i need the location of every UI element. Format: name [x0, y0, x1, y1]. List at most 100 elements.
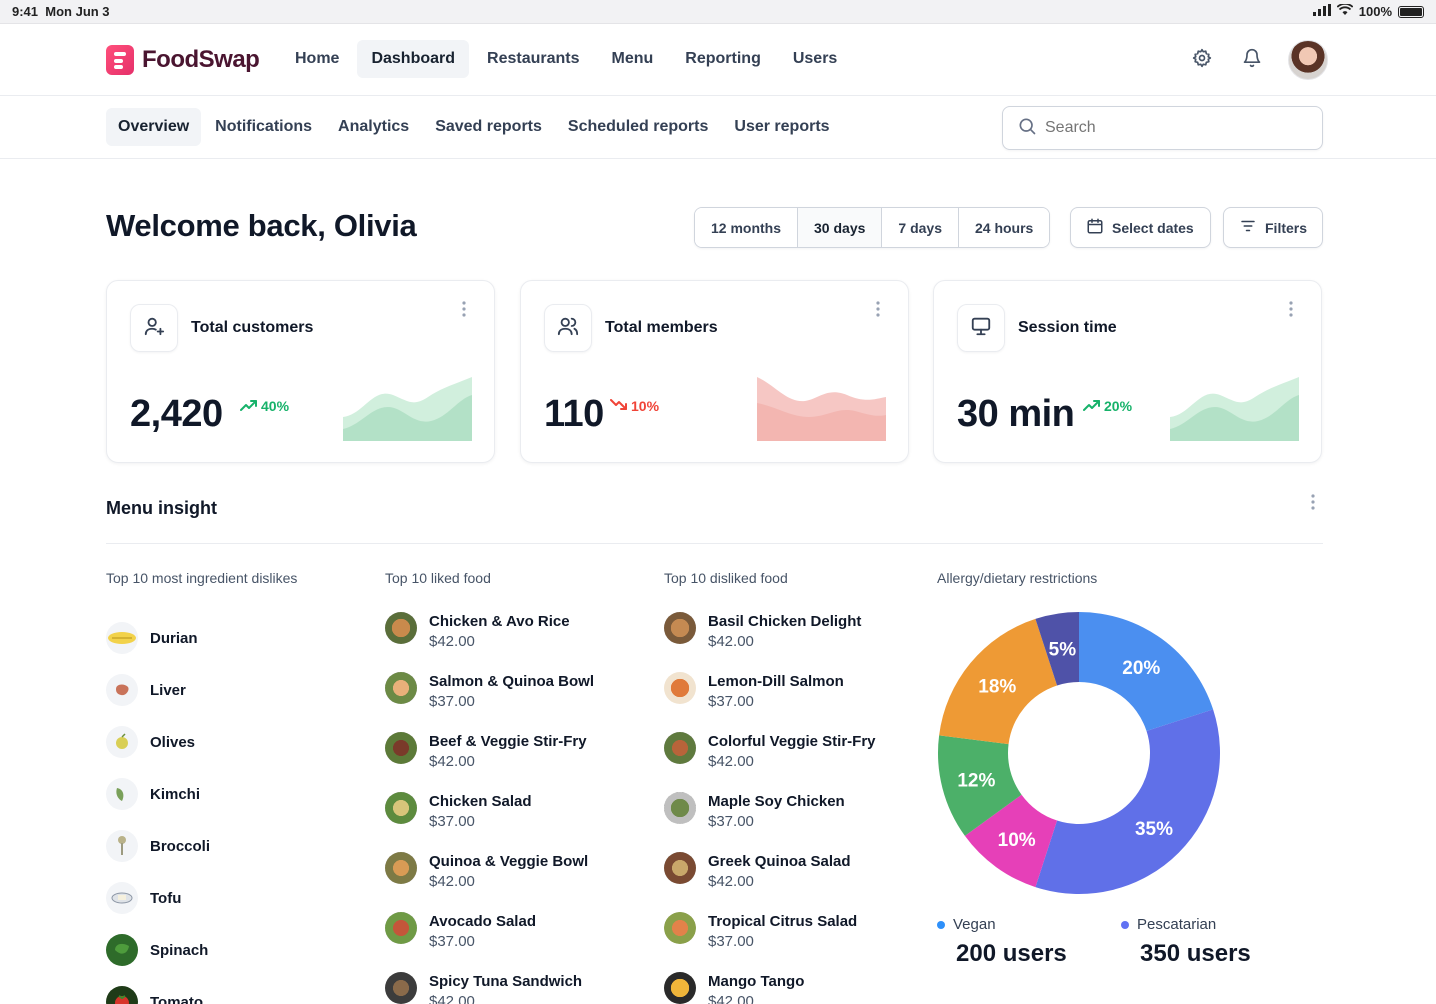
food-info: Salmon & Quinoa Bowl $37.00 [429, 668, 594, 712]
food-image [385, 912, 417, 944]
tab-overview[interactable]: Overview [106, 108, 202, 146]
list-item[interactable]: Tofu [106, 872, 210, 924]
nav-users[interactable]: Users [779, 40, 851, 78]
list-item[interactable]: Tomato [106, 976, 210, 1004]
list-item[interactable]: Salmon & Quinoa Bowl $37.00 [385, 668, 594, 728]
list-item[interactable]: Broccoli [106, 820, 210, 872]
list-item[interactable]: Colorful Veggie Stir-Fry $42.00 [664, 728, 876, 788]
range-7-days[interactable]: 7 days [882, 208, 959, 247]
filters-button[interactable]: Filters [1223, 207, 1323, 248]
card-more-button[interactable] [1281, 301, 1301, 321]
section-divider [106, 543, 1323, 544]
list-item[interactable]: Liver [106, 664, 210, 716]
list-item[interactable]: Chicken & Avo Rice $42.00 [385, 608, 594, 668]
allergy-header: Allergy/dietary restrictions [937, 570, 1098, 586]
list-item[interactable]: Olives [106, 716, 210, 768]
food-info: Quinoa & Veggie Bowl $42.00 [429, 848, 588, 892]
list-item[interactable]: Mango Tango $42.00 [664, 968, 876, 1004]
select-dates-button[interactable]: Select dates [1070, 207, 1211, 248]
top-navigation: FoodSwap Home Dashboard Restaurants Menu… [0, 24, 1436, 96]
list-item[interactable]: Kimchi [106, 768, 210, 820]
list-item[interactable]: Basil Chicken Delight $42.00 [664, 608, 876, 668]
list-item[interactable]: Spinach [106, 924, 210, 976]
ingredient-name: Tomato [150, 993, 204, 1004]
range-12-months[interactable]: 12 months [695, 208, 799, 247]
food-price: $42.00 [708, 633, 754, 650]
disliked-food-header: Top 10 disliked food [664, 570, 788, 586]
notifications-button[interactable] [1238, 46, 1266, 74]
tab-user-reports[interactable]: User reports [722, 108, 841, 146]
food-info: Colorful Veggie Stir-Fry $42.00 [708, 728, 876, 772]
ingredient-name: Broccoli [150, 837, 211, 855]
list-item[interactable]: Quinoa & Veggie Bowl $42.00 [385, 848, 594, 908]
food-image [664, 972, 696, 1004]
food-info: Chicken & Avo Rice $42.00 [429, 608, 570, 652]
food-info: Chicken Salad $37.00 [429, 788, 532, 832]
list-item[interactable]: Lemon-Dill Salmon $37.00 [664, 668, 876, 728]
list-item[interactable]: Chicken Salad $37.00 [385, 788, 594, 848]
card-value: 110 [544, 393, 604, 435]
legend-value: 200 users [956, 940, 1067, 967]
card-more-button[interactable] [868, 301, 888, 321]
list-item[interactable]: Beef & Veggie Stir-Fry $42.00 [385, 728, 594, 788]
status-time: 9:41 [12, 4, 39, 19]
card-title: Total members [605, 319, 718, 336]
sub-nav-links: Overview Notifications Analytics Saved r… [106, 108, 842, 146]
range-30-days[interactable]: 30 days [798, 208, 883, 247]
tab-scheduled-reports[interactable]: Scheduled reports [556, 108, 720, 146]
section-more-button[interactable] [1303, 494, 1323, 514]
nav-dashboard[interactable]: Dashboard [357, 40, 470, 78]
liked-food-header: Top 10 liked food [385, 570, 491, 586]
nav-reporting[interactable]: Reporting [671, 40, 775, 78]
bell-icon [1242, 48, 1262, 73]
card-title: Total customers [191, 319, 314, 336]
tab-saved-reports[interactable]: Saved reports [423, 108, 554, 146]
food-info: Tropical Citrus Salad $37.00 [708, 908, 857, 952]
donut-segment [1035, 709, 1220, 894]
spinach-icon [106, 934, 138, 966]
list-item[interactable]: Maple Soy Chicken $37.00 [664, 788, 876, 848]
app-logo[interactable]: FoodSwap [106, 45, 260, 75]
nav-restaurants[interactable]: Restaurants [473, 40, 593, 78]
food-name: Quinoa & Veggie Bowl [429, 853, 589, 870]
nav-home[interactable]: Home [281, 40, 353, 78]
list-item[interactable]: Greek Quinoa Salad $42.00 [664, 848, 876, 908]
avatar[interactable] [1288, 40, 1328, 80]
allergy-donut-chart: 20% 35% 10% 12% 18% 5% [938, 612, 1220, 894]
filter-lines-icon [1239, 217, 1257, 238]
legend-dot [1121, 920, 1129, 929]
page-title: Welcome back, Olivia [106, 208, 417, 243]
food-price: $42.00 [429, 633, 475, 650]
settings-button[interactable] [1188, 46, 1216, 74]
food-price: $37.00 [429, 933, 475, 950]
donut-label: 5% [1049, 639, 1077, 660]
main-nav-links: Home Dashboard Restaurants Menu Reportin… [281, 40, 851, 78]
food-info: Spicy Tuna Sandwich $42.00 [429, 968, 582, 1004]
search-input[interactable] [1045, 119, 1305, 137]
monitor-icon [970, 315, 992, 342]
card-more-button[interactable] [454, 301, 474, 321]
disliked-food-list: Basil Chicken Delight $42.00 Lemon-Dill S… [664, 608, 876, 1004]
food-price: $37.00 [708, 933, 754, 950]
list-item[interactable]: Durian [106, 612, 210, 664]
kimchi-icon [106, 778, 138, 810]
ingredient-dislikes-list: Durian Liver Olives Kimchi Broccoli Tofu… [106, 612, 210, 1004]
more-vertical-icon [1289, 301, 1293, 321]
range-24-hours[interactable]: 24 hours [958, 208, 1050, 247]
tab-notifications[interactable]: Notifications [203, 108, 324, 146]
donut-label: 20% [1122, 658, 1160, 679]
list-item[interactable]: Tropical Citrus Salad $37.00 [664, 908, 876, 968]
card-icon-wrapper [544, 304, 592, 352]
list-item[interactable]: Avocado Salad $37.00 [385, 908, 594, 968]
sparkline-chart [1170, 377, 1299, 441]
tab-analytics[interactable]: Analytics [326, 108, 421, 146]
food-image [664, 732, 696, 764]
list-item[interactable]: Spicy Tuna Sandwich $42.00 [385, 968, 594, 1004]
liked-food-list: Chicken & Avo Rice $42.00 Salmon & Quinoa… [385, 608, 594, 1004]
nav-menu[interactable]: Menu [598, 40, 668, 78]
donut-label: 35% [1135, 819, 1173, 840]
food-price: $42.00 [429, 753, 475, 770]
legend-label: Pescatarian [1137, 916, 1217, 933]
durian-icon [106, 622, 138, 654]
trend-down-icon [610, 398, 628, 414]
